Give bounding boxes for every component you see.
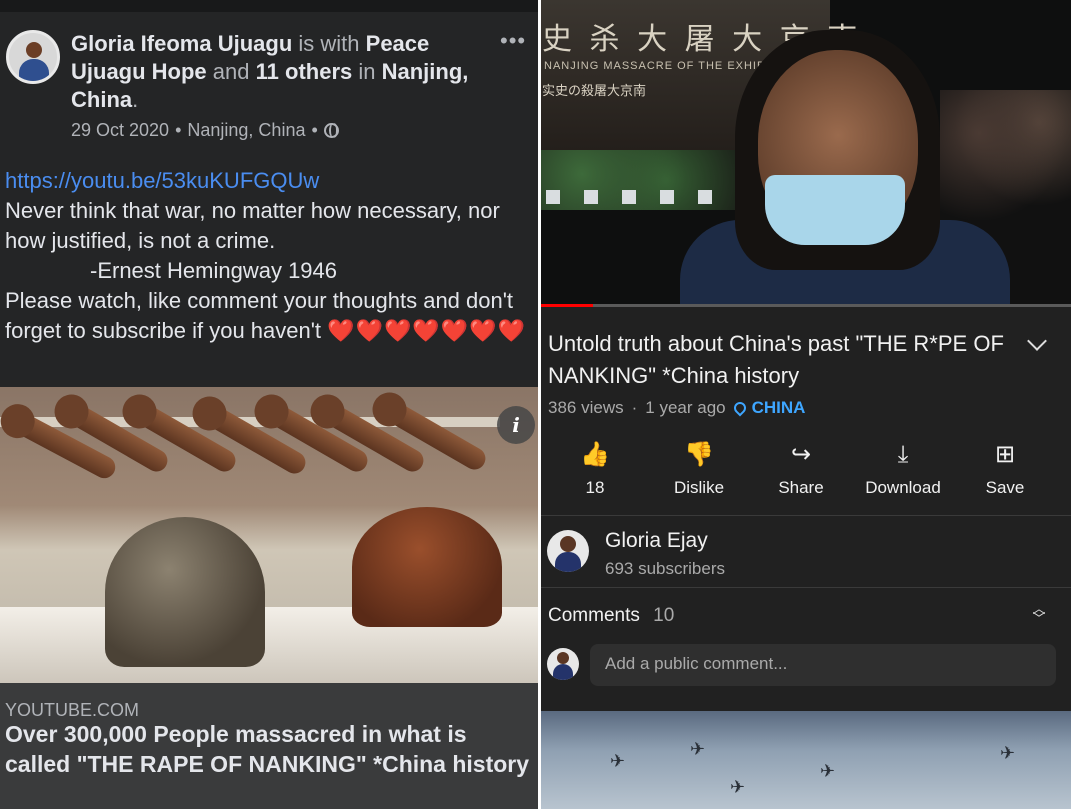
share-button[interactable]: ↪ Share [746, 440, 856, 498]
facebook-post: Gloria Ifeoma Ujuagu is with Peace Ujuag… [0, 0, 540, 809]
dislike-label: Dislike [673, 478, 725, 497]
channel-avatar[interactable] [547, 530, 589, 572]
next-video-thumbnail[interactable]: ✈ ✈ ✈ ✈ ✈ [540, 711, 1071, 809]
like-count: 18 [585, 478, 605, 497]
comment-input[interactable]: Add a public comment... [590, 644, 1056, 686]
comments-count: 10 [653, 605, 675, 626]
divider [540, 515, 1071, 516]
right-margin [1071, 0, 1080, 809]
save-playlist-icon: ⊞ [994, 441, 1016, 468]
user-avatar [547, 648, 579, 680]
link-title[interactable]: Over 300,000 People massacred in what is… [5, 719, 537, 779]
thumbs-up-icon: 👍 [580, 441, 610, 468]
helmet-artifact [105, 517, 265, 667]
and-text: and [212, 59, 250, 84]
jet-icon: ✈ [730, 777, 746, 797]
upload-age: 1 year ago [645, 398, 726, 417]
jet-icon: ✈ [820, 761, 836, 781]
post-header: Gloria Ifeoma Ujuagu is with Peace Ujuag… [71, 31, 469, 112]
post-quote: Never think that war, no matter how nece… [5, 198, 500, 253]
globe-icon [323, 123, 339, 138]
video-progress-bar[interactable] [540, 304, 1071, 307]
link-domain: YOUTUBE.COM [5, 700, 140, 720]
action-bar: 👍 18 👎 Dislike ↪ Share ⤓ Download ⊞ Save [540, 440, 1071, 504]
thumbs-down-icon: 👎 [684, 441, 714, 468]
heart-emojis: ❤️❤️❤️❤️❤️❤️❤️ [327, 318, 526, 343]
post-link[interactable]: https://youtu.be/53kuKUFGQUw [5, 166, 535, 196]
author-avatar[interactable] [6, 30, 60, 84]
expand-comments-icon[interactable]: ︿ ﹀ [1031, 602, 1047, 628]
collage-divider [538, 0, 541, 809]
in-text: in [358, 59, 376, 84]
post-meta: 29 Oct 2020 • Nanjing, China • [71, 120, 339, 141]
share-icon: ↪ [790, 441, 812, 468]
post-body: https://youtu.be/53kuKUFGQUw Never think… [5, 166, 535, 346]
share-label: Share [778, 478, 824, 497]
with-text: is with [298, 31, 360, 56]
download-icon: ⤓ [897, 441, 909, 468]
link-preview-image[interactable] [0, 387, 540, 683]
dislike-button[interactable]: 👎 Dislike [644, 440, 754, 498]
post-location: Nanjing, China [187, 120, 306, 140]
progress-played [540, 304, 594, 307]
location-label: CHINA [751, 398, 806, 417]
save-label: Save [985, 478, 1025, 497]
download-label: Download [865, 478, 941, 497]
divider [540, 587, 1071, 588]
avatar-head [26, 42, 42, 58]
view-count: 386 views [548, 398, 624, 417]
youtube-watch-page: 史 杀 大 屠 大 京 南 NANJING MASSACRE OF THE EX… [540, 0, 1071, 809]
video-player[interactable]: 史 杀 大 屠 大 京 南 NANJING MASSACRE OF THE EX… [540, 0, 1071, 306]
face-mask [765, 175, 905, 245]
video-title: Untold truth about China's past "THE R*P… [548, 331, 1004, 388]
comments-label: Comments [548, 605, 640, 626]
save-button[interactable]: ⊞ Save [950, 440, 1060, 498]
location-pin-icon [731, 399, 749, 417]
stats-dot: · [631, 398, 638, 417]
subscriber-count: 693 subscribers [605, 559, 726, 578]
meta-separator: • [175, 120, 182, 140]
download-button[interactable]: ⤓ Download [848, 440, 958, 498]
helmet-artifact [352, 507, 502, 627]
comments-header[interactable]: Comments 10 [548, 605, 674, 627]
top-bar [0, 0, 540, 12]
jet-icon: ✈ [1000, 743, 1016, 763]
meta-separator-2: • [311, 120, 318, 140]
like-button[interactable]: 👍 18 [540, 440, 650, 498]
chevron-down-icon[interactable] [1027, 331, 1047, 351]
others-link[interactable]: 11 others [256, 59, 353, 84]
jet-icon: ✈ [690, 739, 706, 759]
info-icon[interactable]: i [497, 406, 535, 444]
author-name[interactable]: Gloria Ifeoma Ujuagu [71, 31, 292, 56]
post-date[interactable]: 29 Oct 2020 [71, 120, 169, 141]
location-link[interactable]: CHINA [731, 398, 806, 418]
avatar-body [19, 59, 49, 81]
wall-japanese-text: 实史の殺屠大京南 [542, 83, 647, 98]
flower-pots [546, 190, 746, 204]
channel-name[interactable]: Gloria Ejay [605, 529, 708, 553]
jet-icon: ✈ [610, 751, 626, 771]
post-quote-author: -Ernest Hemingway 1946 [90, 258, 338, 283]
more-options-icon[interactable]: ••• [500, 28, 526, 54]
video-stats: 386 views · 1 year ago CHINA [548, 398, 805, 418]
